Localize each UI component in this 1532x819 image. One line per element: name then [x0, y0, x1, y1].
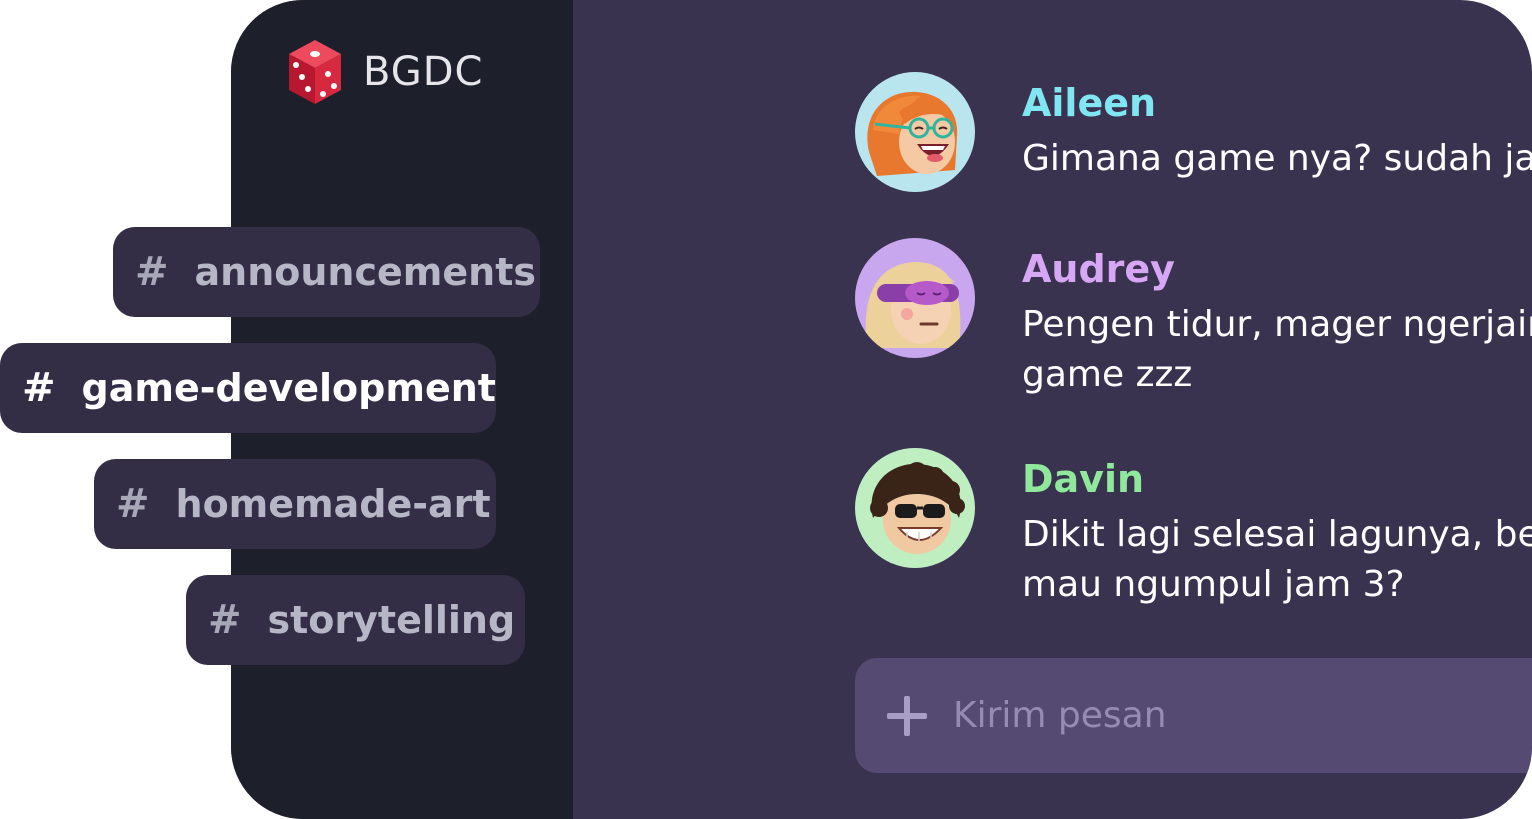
message-text: Gimana game nya? sudah jadi?: [1022, 138, 1532, 179]
server-name: BGDC: [363, 49, 484, 95]
message-body: Audrey Pengen tidur, mager ngerjain game…: [1022, 244, 1532, 400]
message-author[interactable]: Aileen: [1022, 78, 1532, 128]
channel-label: homemade-art: [175, 482, 491, 526]
channel-label: announcements: [194, 250, 536, 294]
hash-icon: #: [116, 481, 150, 527]
red-dice-icon: [289, 40, 341, 104]
aileen-avatar-illustration: [855, 72, 975, 192]
hash-icon: #: [135, 249, 169, 295]
avatar-aileen[interactable]: [855, 72, 975, 192]
server-header[interactable]: BGDC: [287, 38, 483, 106]
channel-announcements[interactable]: # announcements: [113, 227, 540, 317]
channel-homemade-art[interactable]: # homemade-art: [94, 459, 496, 549]
message-body: Aileen Gimana game nya? sudah jadi?: [1022, 78, 1532, 184]
avatar-audrey[interactable]: [855, 238, 975, 358]
message-author[interactable]: Audrey: [1022, 244, 1532, 294]
channel-storytelling[interactable]: # storytelling: [186, 575, 525, 665]
avatar-davin[interactable]: [855, 448, 975, 568]
channel-game-development[interactable]: # game-development: [0, 343, 496, 433]
hash-icon: #: [22, 365, 56, 411]
plus-icon[interactable]: [887, 695, 927, 736]
app-stage: BGDC Aileen Gimana game nya? sudah jadi?…: [0, 0, 1532, 819]
hash-icon: #: [208, 597, 242, 643]
message-composer[interactable]: [855, 658, 1532, 773]
message-text: Dikit lagi selesai lagunya, besok mau ng…: [1022, 514, 1532, 605]
channel-label: game-development: [81, 366, 496, 410]
message-text: Pengen tidur, mager ngerjain game zzz: [1022, 304, 1532, 395]
channel-label: storytelling: [267, 598, 516, 642]
message-author[interactable]: Davin: [1022, 454, 1532, 504]
davin-avatar-illustration: [855, 448, 975, 568]
message-body: Davin Dikit lagi selesai lagunya, besok …: [1022, 454, 1532, 610]
audrey-avatar-illustration: [855, 238, 975, 358]
message-input[interactable]: [953, 695, 1532, 736]
